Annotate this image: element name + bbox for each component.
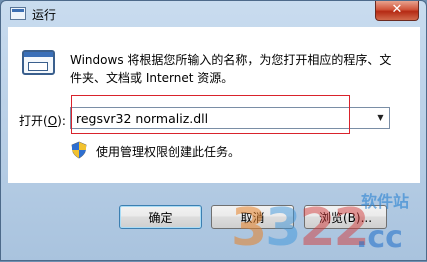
close-icon: ✕ xyxy=(391,2,403,17)
command-input[interactable] xyxy=(70,107,390,129)
description-text: Windows 将根据您所输入的名称，为您打开相应的程序、文件夹、文档或 Int… xyxy=(70,53,392,85)
run-icon xyxy=(22,50,55,75)
dropdown-arrow-icon[interactable]: ▼ xyxy=(372,108,389,128)
admin-note: 使用管理权限创建此任务。 xyxy=(96,145,241,159)
open-label: 打开(O): xyxy=(19,114,66,128)
cancel-button[interactable]: 取消 xyxy=(211,205,294,229)
run-dialog: 运行 ✕ Windows 将根据您所输入的名称，为您打开相应的程序、文件夹、文档… xyxy=(0,0,427,261)
browse-button[interactable]: 浏览(B)... xyxy=(304,205,387,229)
uac-shield-icon xyxy=(71,141,87,159)
dialog-body: Windows 将根据您所输入的名称，为您打开相应的程序、文件夹、文档或 Int… xyxy=(8,27,420,183)
ok-button[interactable]: 确定 xyxy=(119,205,202,229)
run-app-icon xyxy=(10,7,26,20)
window-title: 运行 xyxy=(32,8,57,22)
close-button[interactable]: ✕ xyxy=(375,1,419,21)
title-bar[interactable]: 运行 ✕ xyxy=(1,1,426,27)
